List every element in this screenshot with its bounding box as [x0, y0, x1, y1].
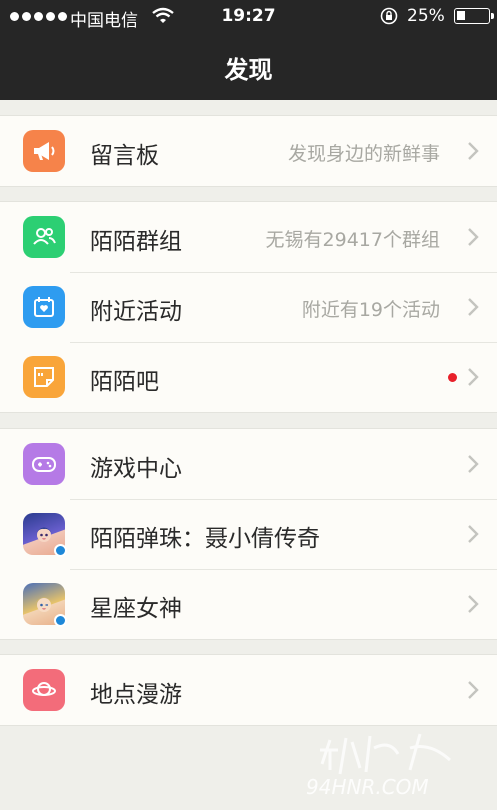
chevron-right-icon: [468, 142, 479, 160]
item-label: 星座女神: [90, 596, 182, 622]
item-label: 陌陌群组: [90, 229, 182, 255]
list-item-game-center[interactable]: 游戏中心: [0, 429, 497, 499]
list-item-zodiac-goddess-game[interactable]: 星座女神: [0, 569, 497, 639]
item-detail: 附近有19个活动: [301, 299, 440, 321]
item-label: 游戏中心: [90, 456, 182, 482]
chevron-right-icon: [468, 298, 479, 316]
list-item-location-roaming[interactable]: 地点漫游: [0, 655, 497, 725]
page-title: 发现: [224, 56, 273, 84]
note-icon: [23, 356, 65, 398]
watermark-logo: 94HNR.COM: [306, 733, 452, 799]
group-explore: 地点漫游: [0, 654, 497, 726]
rotation-lock-icon: [380, 7, 398, 25]
item-detail: 无锡有29417个群组: [265, 229, 440, 251]
list-item-message-board[interactable]: 留言板 发现身边的新鲜事: [0, 116, 497, 186]
gamepad-icon: [23, 443, 65, 485]
battery-icon: [454, 8, 494, 24]
chevron-right-icon: [468, 455, 479, 473]
list-item-momo-bar[interactable]: 陌陌吧: [0, 342, 497, 412]
game-avatar-icon: [23, 513, 67, 557]
battery-percent: 25%: [407, 6, 445, 26]
new-indicator-dot: [448, 373, 457, 382]
group-games: 游戏中心 陌陌弹珠：聂小倩传奇 星座女神: [0, 428, 497, 640]
chevron-right-icon: [468, 595, 479, 613]
game-badge-icon: [54, 614, 67, 627]
chevron-right-icon: [468, 368, 479, 386]
watermark-text: 94HNR.COM: [306, 775, 429, 799]
item-detail: 发现身边的新鲜事: [287, 143, 440, 165]
people-icon: [23, 216, 65, 258]
group-social: 陌陌群组 无锡有29417个群组 附近活动 附近有19个活动 陌陌吧: [0, 201, 497, 413]
megaphone-icon: [23, 130, 65, 172]
status-bar: 中国电信 19:27 25%: [0, 0, 497, 34]
chevron-right-icon: [468, 525, 479, 543]
item-label: 留言板: [90, 143, 159, 169]
game-badge-icon: [54, 544, 67, 557]
chevron-right-icon: [468, 228, 479, 246]
game-avatar-icon: [23, 583, 67, 627]
item-label: 陌陌吧: [90, 369, 159, 395]
list-item-nearby-events[interactable]: 附近活动 附近有19个活动: [0, 272, 497, 342]
item-label: 陌陌弹珠：聂小倩传奇: [90, 526, 320, 552]
planet-icon: [23, 669, 65, 711]
item-label: 地点漫游: [90, 682, 182, 708]
list-item-groups[interactable]: 陌陌群组 无锡有29417个群组: [0, 202, 497, 272]
item-label: 附近活动: [90, 299, 182, 325]
top-bar: 中国电信 19:27 25% 发现: [0, 0, 497, 100]
chevron-right-icon: [468, 681, 479, 699]
calendar-heart-icon: [23, 286, 65, 328]
group-message-board: 留言板 发现身边的新鲜事: [0, 115, 497, 187]
list-item-pinball-game[interactable]: 陌陌弹珠：聂小倩传奇: [0, 499, 497, 569]
